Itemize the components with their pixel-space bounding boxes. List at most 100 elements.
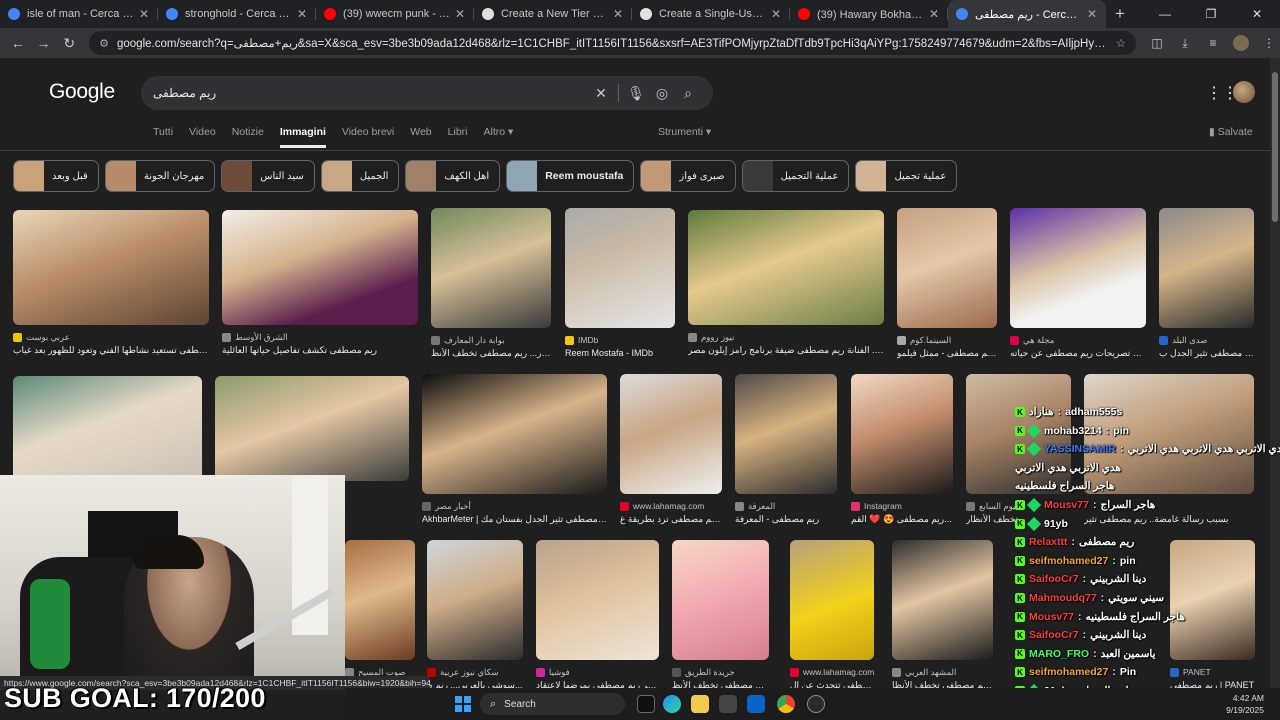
task-view-icon[interactable] bbox=[637, 695, 655, 713]
related-chip[interactable]: عملية التجميل bbox=[741, 160, 850, 192]
image-result[interactable]: جريدة الطريقريم مصطفى تخطف الأنظ... bbox=[672, 540, 769, 692]
result-thumbnail[interactable] bbox=[1010, 208, 1146, 328]
result-source[interactable]: IMDb bbox=[565, 335, 675, 345]
tools-button[interactable]: Strumenti ▾ bbox=[658, 126, 711, 138]
forward-icon[interactable]: → bbox=[32, 31, 56, 55]
search-tab[interactable]: Tutti bbox=[153, 126, 173, 148]
image-result[interactable]: عربي بوست ريم مصطفى تستعيد نشاطها الفني و… bbox=[13, 210, 209, 357]
tab-close-icon[interactable]: ✕ bbox=[454, 7, 466, 21]
saved-button[interactable]: ▮ Salvate bbox=[1209, 126, 1253, 138]
image-result[interactable]: أخبار مصر AkhbarMeter | ريم مصطفى تثير ال… bbox=[422, 374, 607, 526]
result-caption[interactable]: ريم مصطفى 😍 ❤️ القم... bbox=[851, 514, 953, 525]
related-chip[interactable]: قبل وبعد bbox=[13, 160, 99, 192]
image-result[interactable]: www.lahamag.com ريم مصطفى ترد بطريقة غ... bbox=[620, 374, 722, 526]
result-thumbnail[interactable] bbox=[536, 540, 659, 660]
chrome-icon[interactable] bbox=[777, 695, 795, 713]
image-result[interactable]: المعرفة ريم مصطفى - المعرفة bbox=[735, 374, 837, 526]
related-chip[interactable]: عملية تجميل bbox=[855, 160, 958, 192]
maximize-icon[interactable]: ❐ bbox=[1188, 0, 1234, 28]
download-icon[interactable]: ⤓ bbox=[1174, 32, 1196, 54]
result-thumbnail[interactable] bbox=[735, 374, 837, 494]
image-result[interactable]: سكاي نيوز عربية سوشي بالعربي... ريم م... bbox=[427, 540, 523, 692]
result-thumbnail[interactable] bbox=[222, 210, 418, 325]
address-bar[interactable]: ⚙ google.com/search?q=ريم+مصطفى&sa=X&sca… bbox=[89, 31, 1137, 55]
image-result[interactable]: فوشيافيلر ريم مصطفى يمرضها لاعتقاد... bbox=[536, 540, 659, 692]
edge-icon[interactable] bbox=[663, 695, 681, 713]
tab-close-icon[interactable]: ✕ bbox=[296, 7, 308, 21]
image-result[interactable]: Instagram ريم مصطفى 😍 ❤️ القم... bbox=[851, 374, 953, 526]
minimize-icon[interactable]: — bbox=[1142, 0, 1188, 28]
result-thumbnail[interactable] bbox=[790, 540, 874, 660]
system-tray-clock[interactable]: 4:42 AM 9/19/2025 bbox=[1226, 692, 1264, 716]
browser-tab[interactable]: (39) wwecm punk - YouTube ✕ bbox=[316, 0, 474, 28]
outlook-icon[interactable] bbox=[747, 695, 765, 713]
reload-icon[interactable]: ↻ bbox=[57, 31, 81, 55]
result-source[interactable]: Instagram bbox=[851, 501, 953, 511]
new-tab-button[interactable]: + bbox=[1106, 4, 1134, 24]
image-result[interactable]: www.lahamag.comريم مصطفى تتحدث عن ال... bbox=[790, 540, 874, 692]
related-chip[interactable]: الجميل bbox=[320, 160, 400, 192]
microphone-icon[interactable]: 🎙 bbox=[623, 85, 649, 102]
tab-close-icon[interactable]: ✕ bbox=[770, 7, 782, 21]
result-source[interactable]: المعرفة bbox=[735, 501, 837, 512]
result-thumbnail[interactable] bbox=[215, 376, 409, 481]
related-chip[interactable]: اهل الكهف bbox=[405, 160, 501, 192]
image-result[interactable]: السينما.كوم ريم مصطفى - ممثل فيلمو... bbox=[897, 208, 997, 360]
result-caption[interactable]: ريم مصطفى تثير الجدل ب... bbox=[1159, 348, 1254, 359]
tab-close-icon[interactable]: ✕ bbox=[138, 7, 150, 21]
result-caption[interactable]: ريم مصطفى ترد بطريقة غ... bbox=[620, 514, 722, 525]
result-source[interactable]: السينما.كوم bbox=[897, 335, 997, 346]
result-thumbnail[interactable] bbox=[427, 540, 523, 660]
browser-tab[interactable]: Create a New Tier List - TierMaker ✕ bbox=[474, 0, 632, 28]
result-thumbnail[interactable] bbox=[688, 210, 884, 325]
result-source[interactable]: جريدة الطريق bbox=[672, 667, 769, 678]
result-source[interactable]: الشرق الأوسط bbox=[222, 332, 418, 343]
close-window-icon[interactable]: ✕ bbox=[1234, 0, 1280, 28]
google-account-avatar[interactable] bbox=[1233, 81, 1255, 103]
result-source[interactable]: www.lahamag.com bbox=[620, 501, 722, 511]
result-thumbnail[interactable] bbox=[345, 540, 415, 660]
google-logo[interactable]: Google bbox=[49, 80, 115, 104]
extensions-icon[interactable]: ◫ bbox=[1146, 32, 1168, 54]
result-source[interactable]: سكاي نيوز عربية bbox=[427, 667, 523, 678]
browser-tab[interactable]: Create a Single-Use Tier List (P... ✕ bbox=[632, 0, 790, 28]
windows-start-icon[interactable] bbox=[455, 696, 471, 712]
result-source[interactable]: المشهد العربي bbox=[892, 667, 993, 678]
search-tab[interactable]: Video brevi bbox=[342, 126, 394, 148]
bookmark-star-icon[interactable]: ☆ bbox=[1116, 36, 1126, 50]
result-thumbnail[interactable] bbox=[620, 374, 722, 494]
result-caption[interactable]: الليلة .. الفنانة ريم مصطفى ضيفة برنامج … bbox=[688, 345, 884, 356]
result-thumbnail[interactable] bbox=[892, 540, 993, 660]
store-icon[interactable] bbox=[719, 695, 737, 713]
search-tab[interactable]: Video bbox=[189, 126, 216, 148]
search-tab[interactable]: Altro ▾ bbox=[484, 126, 514, 148]
profile-avatar[interactable] bbox=[1230, 32, 1252, 54]
site-info-icon[interactable]: ⚙ bbox=[99, 37, 109, 50]
result-thumbnail[interactable] bbox=[13, 210, 209, 325]
result-caption[interactable]: ريم مصطفى - المعرفة bbox=[735, 514, 837, 525]
result-source[interactable]: أخبار مصر bbox=[422, 501, 607, 512]
related-chip[interactable]: مهرجان الجونة bbox=[104, 160, 216, 192]
browser-tab[interactable]: isle of man - Cerca con Google ✕ bbox=[0, 0, 158, 28]
search-input[interactable]: ريم مصطفى bbox=[153, 86, 588, 100]
search-tab[interactable]: Web bbox=[410, 126, 431, 148]
result-source[interactable]: نيوز رووم bbox=[688, 332, 884, 343]
obs-icon[interactable] bbox=[807, 695, 825, 713]
related-chip[interactable]: Reem moustafa bbox=[506, 160, 635, 192]
image-result[interactable]: مجلة هي أبرز تصريحات ريم مصطفى عن حياته..… bbox=[1010, 208, 1146, 360]
tab-close-icon[interactable]: ✕ bbox=[612, 7, 624, 21]
search-tab[interactable]: Notizie bbox=[232, 126, 264, 148]
search-box[interactable]: ريم مصطفى ✕ 🎙 ◎ ⌕ bbox=[141, 76, 713, 110]
result-thumbnail[interactable] bbox=[897, 208, 997, 328]
result-thumbnail[interactable] bbox=[565, 208, 675, 328]
result-caption[interactable]: Reem Mostafa - IMDb bbox=[565, 348, 675, 358]
file-explorer-icon[interactable] bbox=[691, 695, 709, 713]
result-source[interactable]: عربي بوست bbox=[13, 332, 209, 343]
result-caption[interactable]: ريم مصطفى تكشف تفاصيل حياتها العائلية bbox=[222, 345, 418, 356]
search-tab[interactable]: Immagini bbox=[279, 126, 326, 148]
image-result[interactable]: صدى البلد ريم مصطفى تثير الجدل ب... bbox=[1159, 208, 1254, 360]
image-result[interactable]: المشهد العربيريم مصطفى تخطف الأنظا... bbox=[892, 540, 993, 692]
image-result[interactable]: الشرق الأوسط ريم مصطفى تكشف تفاصيل حياتها… bbox=[222, 210, 418, 357]
result-thumbnail[interactable] bbox=[431, 208, 551, 328]
image-result[interactable]: صوت المسيح bbox=[345, 540, 415, 692]
